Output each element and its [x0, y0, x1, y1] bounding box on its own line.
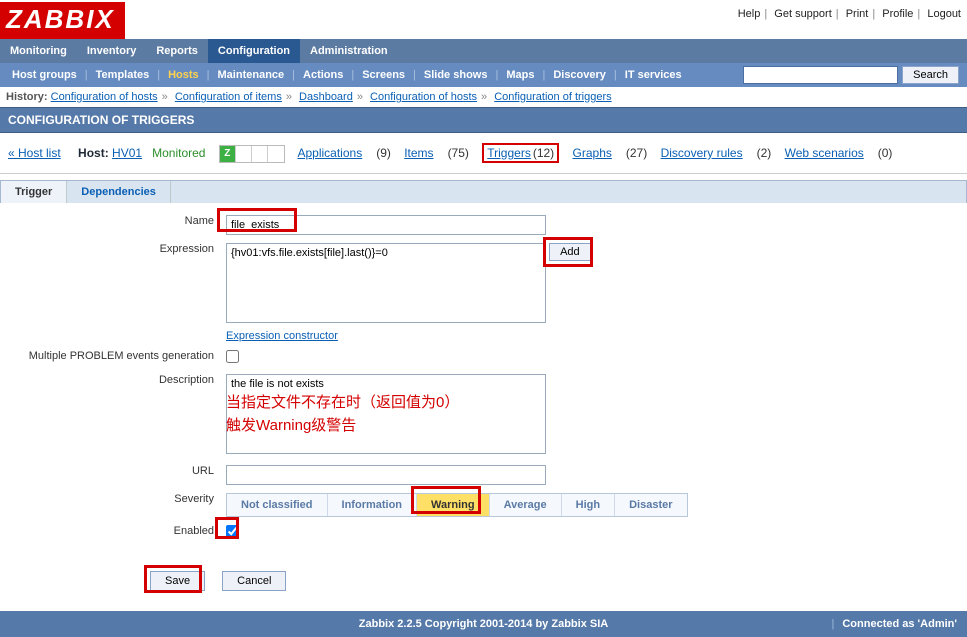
history-item[interactable]: Dashboard [299, 91, 353, 103]
logout-link[interactable]: Logout [927, 8, 961, 20]
logo: ZABBIX [0, 2, 125, 39]
top-links: Help| Get support| Print| Profile| Logou… [738, 2, 961, 20]
tab-trigger[interactable]: Trigger [1, 181, 67, 203]
history-item[interactable]: Configuration of hosts [51, 91, 158, 103]
host-status: Monitored [152, 146, 205, 160]
severity-label: Severity [10, 489, 220, 521]
url-label: URL [10, 461, 220, 489]
discovery-link[interactable]: Discovery rules [661, 146, 743, 160]
nav-monitoring[interactable]: Monitoring [0, 39, 77, 63]
expression-constructor-link[interactable]: Expression constructor [226, 330, 338, 342]
nav-administration[interactable]: Administration [300, 39, 398, 63]
description-label: Description [10, 370, 220, 461]
subnav-maintenance[interactable]: Maintenance [212, 65, 291, 85]
subnav-hosts[interactable]: Hosts [162, 65, 205, 85]
ipmi-icon [268, 146, 284, 162]
nav-reports[interactable]: Reports [146, 39, 208, 63]
severity-high[interactable]: High [562, 494, 615, 516]
triggers-highlight: Triggers(12) [482, 143, 559, 163]
graphs-link[interactable]: Graphs [573, 146, 612, 160]
subnav-screens[interactable]: Screens [356, 65, 411, 85]
severity-warning[interactable]: Warning [417, 494, 490, 516]
severity-not-classified[interactable]: Not classified [227, 494, 328, 516]
footer-copyright: Zabbix 2.2.5 Copyright 2001-2014 by Zabb… [359, 618, 608, 630]
enabled-label: Enabled [10, 521, 220, 545]
description-textarea[interactable] [226, 374, 546, 454]
expression-label: Expression [10, 239, 220, 346]
back-hostlist[interactable]: « Host list [8, 146, 61, 160]
agent-icon: Z [220, 146, 236, 162]
history-item[interactable]: Configuration of items [175, 91, 282, 103]
items-link[interactable]: Items [404, 146, 433, 160]
tab-dependencies[interactable]: Dependencies [67, 181, 171, 203]
subnav-slideshows[interactable]: Slide shows [418, 65, 494, 85]
page-title: CONFIGURATION OF TRIGGERS [0, 107, 967, 133]
enabled-checkbox[interactable] [226, 525, 239, 538]
jmx-icon [252, 146, 268, 162]
print-link[interactable]: Print [846, 8, 869, 20]
host-context: « Host list Host: HV01 Monitored Z Appli… [0, 133, 967, 174]
save-button[interactable]: Save [150, 571, 205, 591]
host-interface-icons: Z [219, 145, 285, 163]
main-nav: Monitoring Inventory Reports Configurati… [0, 39, 967, 63]
form-tabs: Trigger Dependencies [0, 180, 967, 203]
severity-selector: Not classified Information Warning Avera… [226, 493, 688, 517]
subnav-maps[interactable]: Maps [500, 65, 540, 85]
subnav-itservices[interactable]: IT services [619, 65, 688, 85]
history-item[interactable]: Configuration of hosts [370, 91, 477, 103]
help-link[interactable]: Help [738, 8, 761, 20]
multiple-events-label: Multiple PROBLEM events generation [10, 346, 220, 370]
subnav-templates[interactable]: Templates [90, 65, 156, 85]
subnav-discovery[interactable]: Discovery [547, 65, 612, 85]
url-input[interactable] [226, 465, 546, 485]
search-button[interactable]: Search [902, 66, 959, 84]
host-name-link[interactable]: HV01 [112, 146, 142, 160]
sub-nav: Host groups| Templates| Hosts| Maintenan… [0, 63, 967, 87]
history-label: History: [6, 91, 48, 103]
expression-add-button[interactable]: Add [549, 243, 591, 261]
footer-connected: Connected as 'Admin' [842, 618, 957, 630]
subnav-actions[interactable]: Actions [297, 65, 349, 85]
triggers-link[interactable]: Triggers [487, 146, 531, 160]
name-label: Name [10, 211, 220, 239]
severity-information[interactable]: Information [328, 494, 418, 516]
footer: Zabbix 2.2.5 Copyright 2001-2014 by Zabb… [0, 611, 967, 637]
cancel-button[interactable]: Cancel [222, 571, 286, 591]
name-input[interactable] [226, 215, 546, 235]
history-item[interactable]: Configuration of triggers [494, 91, 611, 103]
expression-textarea[interactable] [226, 243, 546, 323]
nav-inventory[interactable]: Inventory [77, 39, 147, 63]
history-bar: History: Configuration of hosts» Configu… [0, 87, 967, 107]
profile-link[interactable]: Profile [882, 8, 913, 20]
snmp-icon [236, 146, 252, 162]
web-link[interactable]: Web scenarios [785, 146, 864, 160]
support-link[interactable]: Get support [774, 8, 831, 20]
host-label: Host: [78, 146, 109, 160]
search-input[interactable] [743, 66, 898, 84]
subnav-hostgroups[interactable]: Host groups [6, 65, 83, 85]
multiple-events-checkbox[interactable] [226, 350, 239, 363]
severity-average[interactable]: Average [490, 494, 562, 516]
nav-configuration[interactable]: Configuration [208, 39, 300, 63]
applications-link[interactable]: Applications [297, 146, 362, 160]
severity-disaster[interactable]: Disaster [615, 494, 686, 516]
